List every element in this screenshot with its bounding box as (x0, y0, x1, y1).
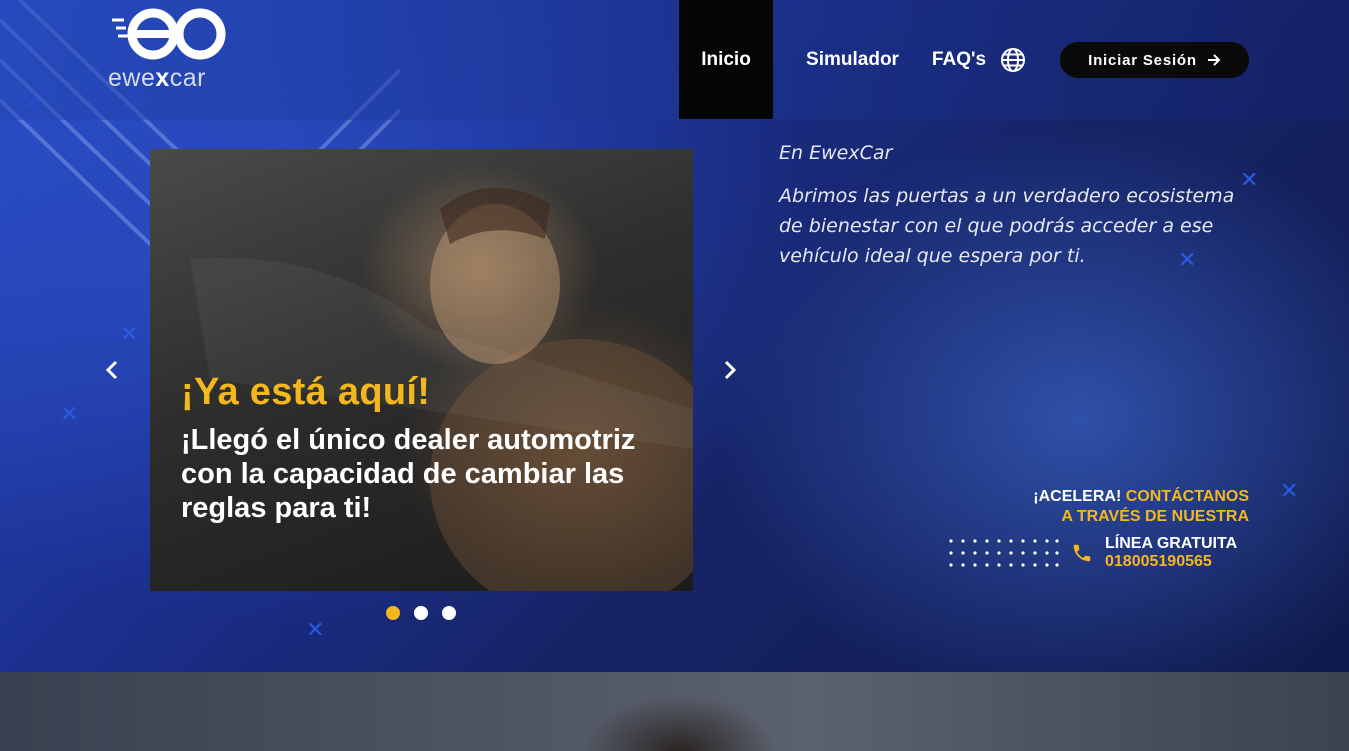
slide-headline: ¡Ya está aquí! (181, 371, 431, 413)
carousel-indicators (386, 606, 456, 620)
next-section-preview (0, 672, 1349, 751)
chevron-left-icon[interactable] (101, 358, 125, 382)
phone-number-link[interactable]: 018005190565 (1105, 553, 1212, 571)
login-button[interactable]: Iniciar Sesión (1060, 42, 1249, 78)
carousel-dot[interactable] (442, 606, 456, 620)
nav-faq[interactable]: FAQ's (926, 0, 992, 119)
nav-simulador[interactable]: Simulador (795, 0, 910, 119)
arrow-right-icon (1207, 54, 1221, 66)
decorative-x-icon: ✕ (1280, 479, 1299, 504)
brand-logo[interactable]: ewexcar (108, 6, 243, 94)
nav-inicio[interactable]: Inicio (679, 0, 773, 119)
cta-yellow-text-2: A TRAVÉS DE NUESTRA (1061, 508, 1249, 525)
decorative-x-icon: ✕ (60, 402, 79, 427)
phone-icon (1073, 544, 1091, 562)
carousel-slide: ¡Ya está aquí! ¡Llegó el único dealer au… (150, 149, 693, 591)
logo-wordmark: ewexcar (108, 64, 207, 92)
globe-icon[interactable] (1000, 47, 1026, 73)
intro-title: En EwexCar (779, 142, 893, 164)
eo-monogram-icon (112, 8, 226, 60)
carousel-dot[interactable] (414, 606, 428, 620)
cta-yellow-text-1: CONTÁCTANOS (1125, 488, 1249, 505)
free-line-label: LÍNEA GRATUITA (1105, 535, 1238, 552)
intro-body: Abrimos las puertas a un verdadero ecosi… (779, 185, 1235, 267)
decorative-x-icon: ✕ (306, 618, 325, 643)
carousel-dot[interactable] (386, 606, 400, 620)
site-header: ewexcar Inicio Simulador FAQ's Iniciar S… (0, 0, 1349, 120)
decorative-dot-grid (949, 539, 1059, 567)
cta-white-text: ¡ACELERA! (1033, 488, 1122, 505)
slide-body: ¡Llegó el único dealer automotriz con la… (181, 424, 636, 524)
contact-cta: ¡ACELERA! CONTÁCTANOS A TRAVÉS DE NUESTR… (960, 487, 1249, 527)
decorative-x-icon: ✕ (120, 322, 139, 347)
chevron-right-icon[interactable] (717, 358, 741, 382)
login-button-label: Iniciar Sesión (1088, 51, 1197, 69)
